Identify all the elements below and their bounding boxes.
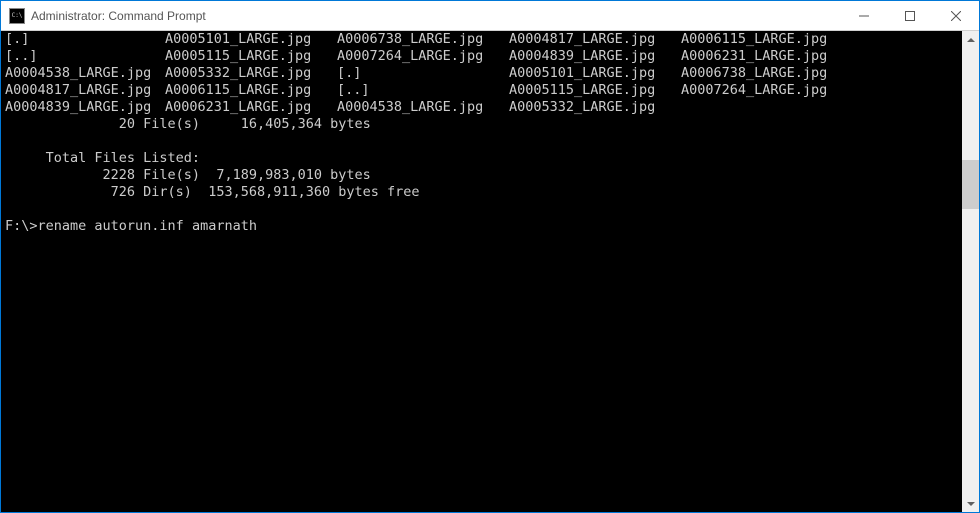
dir-entry: A0005115_LARGE.jpg bbox=[165, 48, 337, 65]
cmd-icon bbox=[9, 8, 25, 24]
dir-entry: A0006115_LARGE.jpg bbox=[681, 31, 841, 48]
chevron-down-icon bbox=[967, 502, 975, 506]
prompt-path: F:\> bbox=[5, 218, 38, 234]
maximize-button[interactable] bbox=[887, 1, 933, 30]
dir-entry: A0004817_LARGE.jpg bbox=[5, 82, 165, 99]
dir-entry: A0004839_LARGE.jpg bbox=[509, 48, 681, 65]
dir-entry: [.] bbox=[337, 65, 509, 82]
dir-entry: A0007264_LARGE.jpg bbox=[681, 82, 841, 99]
dir-entry: A0007264_LARGE.jpg bbox=[337, 48, 509, 65]
total-dirs-line: 726 Dir(s) 153,568,911,360 bytes free bbox=[5, 184, 420, 200]
chevron-up-icon bbox=[967, 38, 975, 42]
close-icon bbox=[951, 11, 961, 21]
scroll-up-button[interactable] bbox=[962, 31, 979, 48]
dir-row: A0004839_LARGE.jpgA0006231_LARGE.jpgA000… bbox=[5, 99, 958, 116]
dir-row: A0004817_LARGE.jpgA0006115_LARGE.jpg[..]… bbox=[5, 82, 958, 99]
dir-row: [.]A0005101_LARGE.jpgA0006738_LARGE.jpgA… bbox=[5, 31, 958, 48]
dir-entry: [..] bbox=[5, 48, 165, 65]
dir-entry: A0004817_LARGE.jpg bbox=[509, 31, 681, 48]
dir-row: [..]A0005115_LARGE.jpgA0007264_LARGE.jpg… bbox=[5, 48, 958, 65]
dir-entry: A0006738_LARGE.jpg bbox=[337, 31, 509, 48]
dir-entry: A0005115_LARGE.jpg bbox=[509, 82, 681, 99]
close-button[interactable] bbox=[933, 1, 979, 30]
cursor bbox=[257, 220, 265, 234]
maximize-icon bbox=[905, 11, 915, 21]
command-prompt-window: Administrator: Command Prompt [.]A000510… bbox=[0, 0, 980, 513]
scroll-down-button[interactable] bbox=[962, 495, 979, 512]
vertical-scrollbar[interactable] bbox=[962, 31, 979, 512]
dir-row: A0004538_LARGE.jpgA0005332_LARGE.jpg[.]A… bbox=[5, 65, 958, 82]
window-controls bbox=[841, 1, 979, 30]
dir-entry: A0006738_LARGE.jpg bbox=[681, 65, 841, 82]
dir-entry: A0004538_LARGE.jpg bbox=[5, 65, 165, 82]
summary-files-line: 20 File(s) 16,405,364 bytes bbox=[5, 116, 371, 132]
console-area: [.]A0005101_LARGE.jpgA0006738_LARGE.jpgA… bbox=[1, 31, 979, 512]
dir-entry: A0005101_LARGE.jpg bbox=[165, 31, 337, 48]
total-files-header: Total Files Listed: bbox=[5, 150, 200, 166]
dir-entry: A0005332_LARGE.jpg bbox=[509, 99, 681, 116]
dir-entry: A0006231_LARGE.jpg bbox=[165, 99, 337, 116]
minimize-button[interactable] bbox=[841, 1, 887, 30]
dir-entry: A0004839_LARGE.jpg bbox=[5, 99, 165, 116]
scroll-thumb[interactable] bbox=[962, 160, 979, 209]
dir-entry: [.] bbox=[5, 31, 165, 48]
scroll-track[interactable] bbox=[962, 48, 979, 495]
dir-entry: A0006115_LARGE.jpg bbox=[165, 82, 337, 99]
dir-entry: A0005101_LARGE.jpg bbox=[509, 65, 681, 82]
console-output[interactable]: [.]A0005101_LARGE.jpgA0006738_LARGE.jpgA… bbox=[1, 31, 962, 512]
dir-entry: [..] bbox=[337, 82, 509, 99]
dir-entry: A0004538_LARGE.jpg bbox=[337, 99, 509, 116]
titlebar[interactable]: Administrator: Command Prompt bbox=[1, 1, 979, 31]
minimize-icon bbox=[859, 11, 869, 21]
command-input[interactable]: rename autorun.inf amarnath bbox=[38, 218, 257, 234]
dir-entry: A0006231_LARGE.jpg bbox=[681, 48, 841, 65]
total-files-line: 2228 File(s) 7,189,983,010 bytes bbox=[5, 167, 371, 183]
window-title: Administrator: Command Prompt bbox=[31, 9, 841, 23]
dir-entry: A0005332_LARGE.jpg bbox=[165, 65, 337, 82]
